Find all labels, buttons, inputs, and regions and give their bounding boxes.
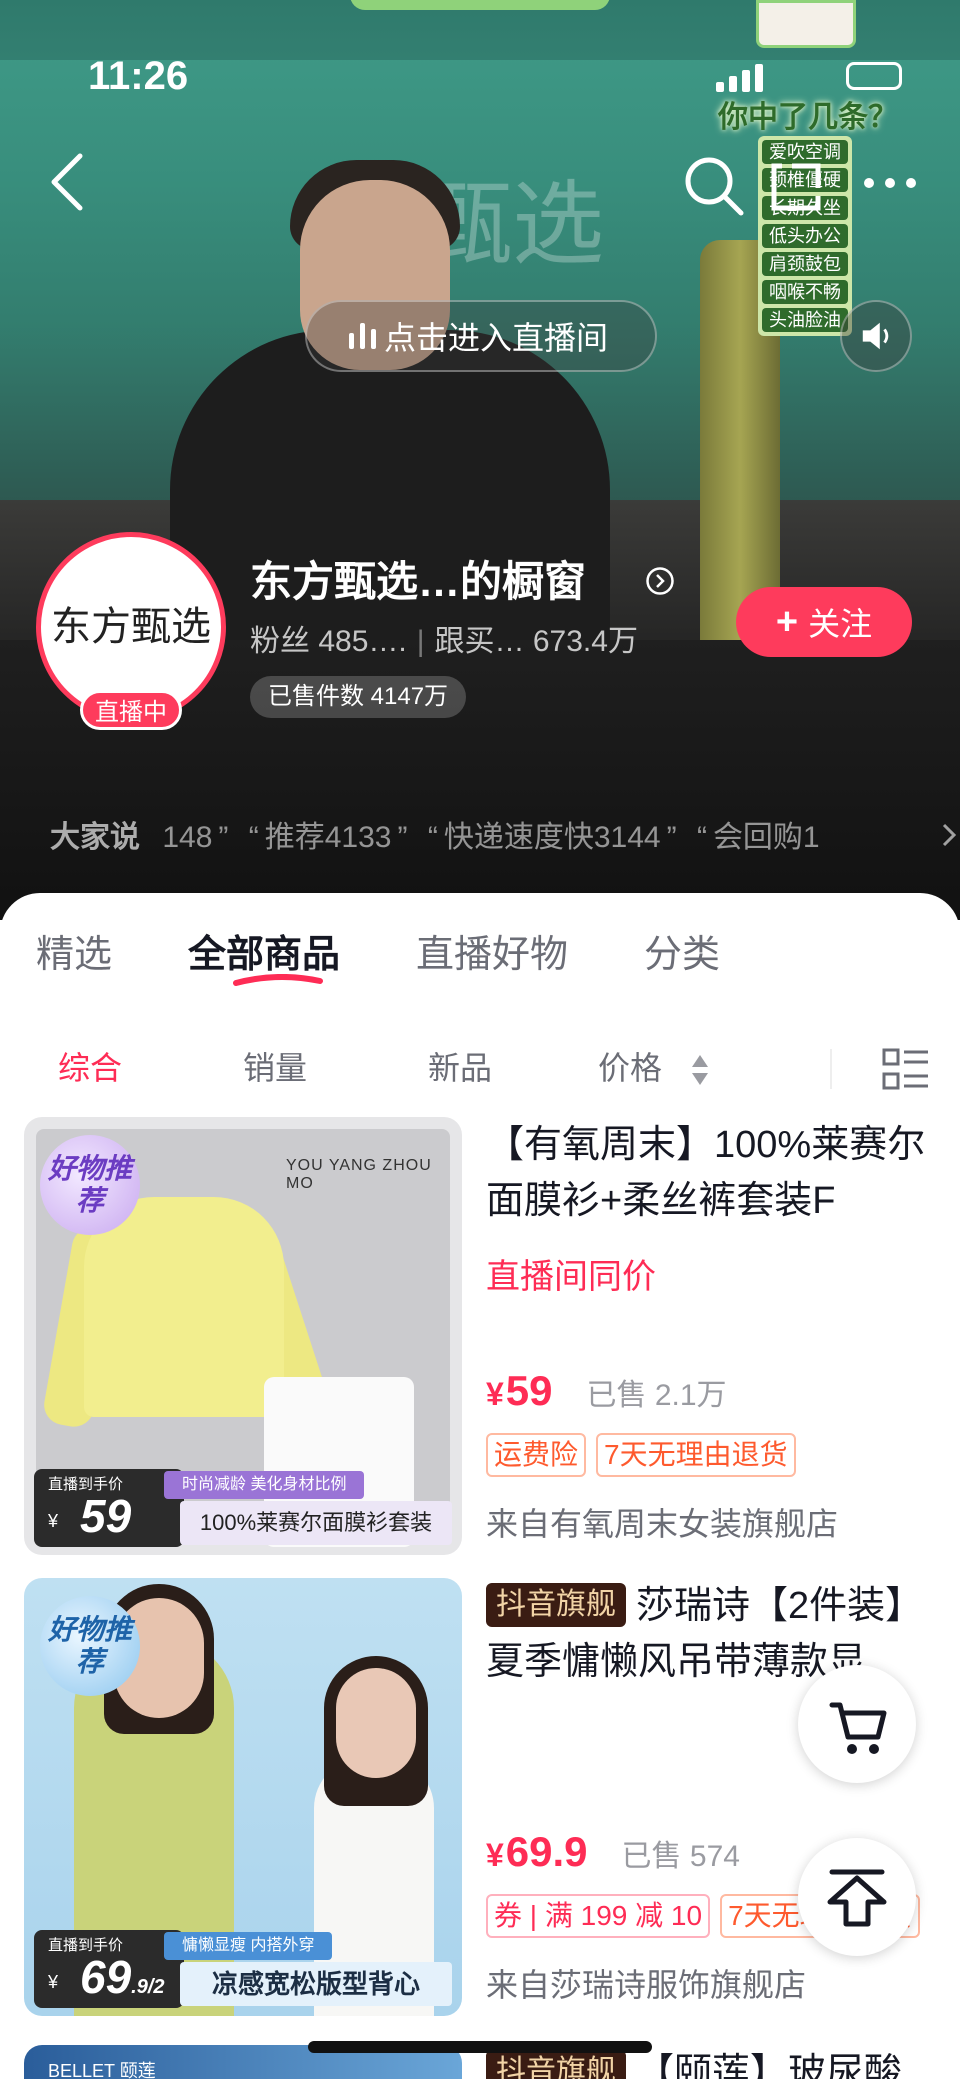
chevron-right-circle-icon[interactable]	[645, 566, 675, 596]
follow-button[interactable]: + 关注	[736, 587, 912, 657]
service-tags: 运费险 7天无理由退货	[486, 1433, 796, 1477]
arrow-up-icon	[827, 1869, 887, 1927]
strip-title: 100%莱赛尔面膜衫套装	[180, 1501, 452, 1545]
sold-count-badge: 已售件数 4147万	[250, 676, 467, 718]
share-icon[interactable]	[768, 160, 826, 214]
strip-currency: ¥	[48, 1511, 59, 1531]
fans-count: 粉丝 485….	[250, 625, 407, 658]
product-image[interactable]: YOU YANG ZHOU MO 好物推荐 直播到手价 ¥ 59 时尚减龄 美化…	[24, 1117, 462, 1555]
image-brand: BELLET 颐莲	[48, 2061, 156, 2079]
strip-title: 凉感宽松版型背心	[180, 1962, 452, 2006]
strip-price: 59	[80, 1490, 132, 1542]
tab-featured[interactable]: 精选	[36, 923, 112, 978]
review-tag: 148	[162, 821, 213, 854]
live-price-box: 直播到手价 ¥ 69.9/2件	[34, 1930, 184, 2008]
sound-button[interactable]	[840, 300, 912, 372]
back-to-top-button[interactable]	[798, 1838, 916, 1956]
sort-new[interactable]: 新品	[428, 1043, 492, 1089]
ad-item: 低头办公	[762, 224, 848, 248]
reviews-lead: 大家说	[50, 821, 140, 854]
enter-live-label: 点击进入直播间	[384, 320, 609, 356]
cart-icon	[829, 1702, 887, 1754]
review-tags[interactable]: 大家说 148” “推荐4133” “快递速度快3144” “会回购1	[50, 812, 950, 856]
more-icon[interactable]	[862, 176, 918, 190]
image-price-strip: 直播到手价 ¥ 59 时尚减龄 美化身材比例 100%莱赛尔面膜衫套装	[24, 1465, 462, 1555]
live-price-label: 直播间同价	[486, 1258, 656, 1296]
sort-comprehensive[interactable]: 综合	[58, 1043, 122, 1089]
garment-top	[84, 1197, 284, 1417]
speaker-icon	[862, 322, 889, 350]
coupon-tag[interactable]: 券 | 满 199 减 10	[486, 1894, 711, 1938]
live-price-box: 直播到手价 ¥ 59	[34, 1469, 184, 1547]
store-name[interactable]: 来自有氧周末女装旗舰店	[486, 1499, 838, 1545]
sort-price[interactable]: 价格	[598, 1043, 662, 1089]
strip-subtitle: 慵懒显瘦 内搭外穿	[164, 1932, 333, 1960]
shop-stats: 粉丝 485…. | 跟买… 673.4万	[250, 625, 638, 658]
flagship-flag: 抖音旗舰	[486, 2050, 626, 2079]
live-badge: 直播中	[80, 690, 182, 730]
plus-icon: +	[775, 600, 799, 643]
product-card[interactable]: YOU YANG ZHOU MO 好物推荐 直播到手价 ¥ 59 时尚减龄 美化…	[24, 1117, 936, 1557]
review-tag: 推荐4133	[264, 821, 392, 854]
product-price: ¥59	[486, 1367, 553, 1414]
follow-buy-count: 跟买… 673.4万	[434, 625, 638, 658]
home-indicator	[308, 2041, 652, 2053]
tab-live-goods[interactable]: 直播好物	[416, 923, 568, 978]
tab-categories[interactable]: 分类	[644, 923, 720, 978]
sold-count: 已售 2.1万	[586, 1379, 727, 1412]
product-title[interactable]: 【有氧周末】100%莱赛尔面膜衫+柔丝裤套装F	[486, 1117, 936, 1229]
product-info: 【有氧周末】100%莱赛尔面膜衫+柔丝裤套装F 直播间同价 ¥59 已售 2.1…	[486, 1117, 936, 1542]
tag-return: 7天无理由退货	[596, 1433, 796, 1477]
list-layout-icon[interactable]	[882, 1047, 930, 1091]
live-bars-icon	[349, 323, 376, 349]
price-row: ¥69.9 已售 574	[486, 1828, 740, 1876]
store-name[interactable]: 来自莎瑞诗服饰旗舰店	[486, 1960, 806, 2006]
shop-name[interactable]: 东方甄选…的橱窗	[250, 548, 586, 609]
recommend-badge: 好物推荐	[40, 1596, 140, 1696]
ad-thumbnail	[756, 0, 856, 48]
search-icon[interactable]	[683, 155, 745, 217]
review-tag: 快递速度快3144	[443, 821, 661, 854]
enter-live-button[interactable]: 点击进入直播间	[305, 300, 657, 372]
strip-currency: ¥	[48, 1972, 59, 1992]
follow-label: 关注	[808, 606, 873, 642]
strip-subtitle: 时尚减龄 美化身材比例	[164, 1471, 365, 1499]
model-face	[336, 1668, 416, 1778]
status-pill	[350, 0, 610, 10]
price-row: ¥59 已售 2.1万	[486, 1367, 727, 1415]
shop-logo: 东方甄选	[49, 545, 213, 709]
image-price-strip: 直播到手价 ¥ 69.9/2件 慵懒显瘦 内搭外穿 凉感宽松版型背心	[24, 1926, 462, 2016]
tab-all-products-label: 全部商品	[188, 934, 341, 976]
sort-sales[interactable]: 销量	[243, 1043, 307, 1089]
tab-bar: 精选 全部商品 直播好物 分类	[36, 923, 796, 986]
review-tag: 会回购1	[712, 821, 820, 854]
product-image[interactable]: 好物推荐 直播到手价 ¥ 69.9/2件 慵懒显瘦 内搭外穿 凉感宽松版型背心	[24, 1578, 462, 2016]
tab-underline	[233, 974, 324, 986]
sort-arrows-icon[interactable]	[690, 1053, 710, 1087]
recommend-badge: 好物推荐	[40, 1135, 140, 1235]
back-icon[interactable]	[48, 152, 88, 212]
ad-item: 肩颈鼓包	[762, 252, 848, 276]
sold-count: 已售 574	[621, 1840, 740, 1873]
image-brand: YOU YANG ZHOU MO	[286, 1157, 432, 1192]
tag-shipping-insurance: 运费险	[486, 1433, 587, 1477]
tab-all-products[interactable]: 全部商品	[188, 923, 341, 986]
ad-item: 头油脸油	[762, 308, 848, 332]
sort-bar: 综合 销量 新品 价格	[0, 1043, 960, 1113]
flagship-flag: 抖音旗舰	[486, 1583, 626, 1627]
cart-button[interactable]	[798, 1665, 916, 1783]
ad-item: 咽喉不畅	[762, 280, 848, 304]
product-price: ¥69.9	[486, 1828, 588, 1875]
chevron-right-icon[interactable]	[938, 820, 960, 850]
ad-title: 你中了几条？	[718, 101, 898, 134]
divider	[830, 1049, 832, 1089]
status-time: 11:26	[88, 54, 189, 98]
